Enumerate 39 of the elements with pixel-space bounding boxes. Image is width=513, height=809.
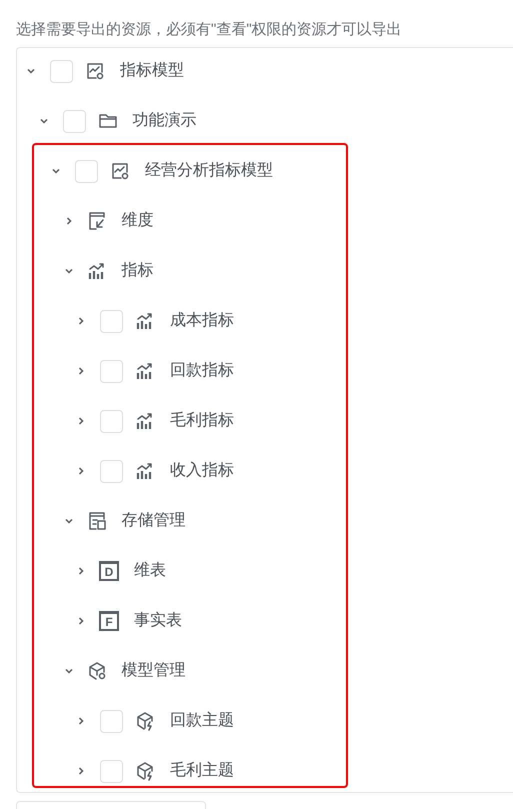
bar-trend-icon [135, 361, 155, 381]
tree-item-label[interactable]: 指标模型 [120, 59, 184, 83]
checkbox[interactable] [75, 160, 98, 182]
checkbox[interactable] [100, 710, 123, 732]
tree-item-label[interactable]: 存储管理 [122, 509, 186, 533]
chart-gear-icon [110, 161, 130, 181]
tree-item-label[interactable]: 经营分析指标模型 [145, 159, 273, 183]
tree-item-label[interactable]: 回款指标 [170, 359, 234, 383]
table-letter-icon: D [99, 561, 119, 581]
tree-item-label[interactable]: 维度 [122, 209, 154, 233]
checkbox[interactable] [100, 460, 123, 482]
tree-item-label[interactable]: 回款主题 [170, 709, 234, 733]
cube-bolt-icon [135, 711, 155, 731]
tree-item-label[interactable]: 毛利指标 [170, 409, 234, 433]
tree-item-label[interactable]: 事实表 [134, 609, 182, 633]
tree-item-label[interactable]: 功能演示 [132, 109, 196, 133]
tree-item-label[interactable]: 指标 [122, 259, 154, 283]
checkbox[interactable] [100, 360, 123, 382]
checkbox[interactable] [100, 310, 123, 332]
cube-gear-icon [86, 661, 106, 681]
bar-trend-icon [135, 461, 155, 481]
tree-item-label[interactable]: 收入指标 [170, 459, 234, 483]
instruction-text: 选择需要导出的资源，必须有"查看"权限的资源才可以导出 [16, 21, 402, 38]
tree-item-label[interactable]: 成本指标 [170, 309, 234, 333]
checkbox[interactable] [100, 760, 123, 782]
bar-trend-icon [135, 411, 155, 431]
bar-trend-icon [86, 261, 106, 281]
cube-bolt-icon [135, 761, 155, 781]
tree-item-label[interactable]: 模型管理 [122, 659, 186, 683]
checkbox[interactable] [50, 60, 73, 82]
bar-trend-icon [135, 311, 155, 331]
table-letter-icon: F [99, 611, 119, 631]
tree-item-label[interactable]: 维表 [134, 559, 166, 583]
checkbox[interactable] [100, 410, 123, 432]
dimension-icon [86, 211, 106, 231]
tree-item-label[interactable]: 毛利主题 [170, 759, 234, 783]
chart-gear-icon [85, 61, 105, 81]
checkbox[interactable] [62, 110, 86, 132]
storage-icon [86, 511, 106, 531]
